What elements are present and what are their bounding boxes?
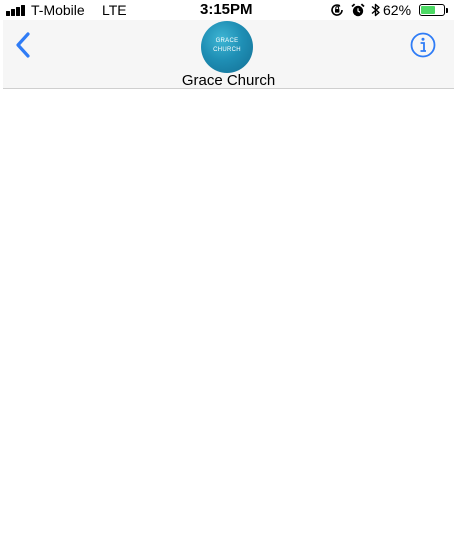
status-time: 3:15PM	[200, 1, 253, 18]
contact-avatar[interactable]: GRACE CHURCH	[201, 21, 253, 73]
avatar-logo-text: GRACE CHURCH	[201, 37, 253, 55]
messages-screen: T-Mobile LTE 3:15PM 62% GRACE CHURCH Gra…	[0, 0, 456, 538]
carrier-name: T-Mobile	[31, 2, 85, 18]
message-thread[interactable]	[0, 90, 456, 538]
battery-icon	[419, 4, 445, 16]
chevron-left-icon	[16, 32, 30, 58]
battery-tip	[446, 8, 448, 13]
info-icon	[410, 32, 436, 58]
back-button[interactable]	[13, 30, 35, 60]
avatar-line-1: GRACE	[215, 38, 239, 44]
alarm-icon	[351, 3, 365, 17]
info-button[interactable]	[408, 30, 438, 60]
conversation-header: GRACE CHURCH Grace Church	[3, 20, 454, 89]
status-bar: T-Mobile LTE 3:15PM 62%	[0, 0, 456, 20]
orientation-lock-icon	[331, 4, 343, 16]
avatar-line-2: CHURCH	[213, 47, 241, 53]
battery-level-fill	[421, 6, 435, 14]
battery-percent: 62%	[383, 2, 412, 18]
network-type: LTE	[102, 2, 127, 18]
contact-name[interactable]: Grace Church	[3, 72, 454, 89]
bluetooth-icon	[371, 3, 380, 17]
signal-bars-icon	[6, 5, 28, 16]
